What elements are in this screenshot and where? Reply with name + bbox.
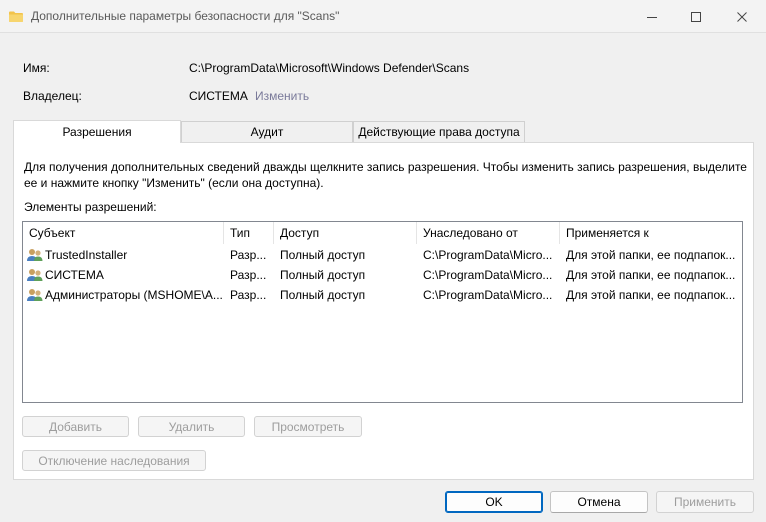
table-row[interactable]: СИСТЕМА Разр... Полный доступ C:\Program… xyxy=(23,265,742,285)
cell-type: Разр... xyxy=(230,248,267,262)
cell-type: Разр... xyxy=(230,288,267,302)
tab-label: Разрешения xyxy=(62,125,132,139)
permissions-panel: Для получения дополнительных сведений дв… xyxy=(13,142,754,480)
window-title: Дополнительные параметры безопасности дл… xyxy=(31,9,340,23)
table-row[interactable]: TrustedInstaller Разр... Полный доступ C… xyxy=(23,245,742,265)
owner-value: СИСТЕМА xyxy=(189,89,248,103)
minimize-icon xyxy=(647,16,657,18)
disable-inheritance-button[interactable]: Отключение наследования xyxy=(22,450,206,471)
list-header: Субъект Тип Доступ Унаследовано от Приме… xyxy=(23,222,742,244)
cancel-button[interactable]: Отмена xyxy=(550,491,648,513)
cell-applies-to: Для этой папки, ее подпапок... xyxy=(566,248,736,262)
name-label: Имя: xyxy=(23,61,50,75)
tab-permissions[interactable]: Разрешения xyxy=(13,120,181,143)
cell-access: Полный доступ xyxy=(280,288,366,302)
cell-inherited-from: C:\ProgramData\Micro... xyxy=(423,288,553,302)
cell-access: Полный доступ xyxy=(280,248,366,262)
cell-subject: СИСТЕМА xyxy=(45,268,104,282)
permissions-description: Для получения дополнительных сведений дв… xyxy=(24,160,747,190)
permission-entries-list[interactable]: Субъект Тип Доступ Унаследовано от Приме… xyxy=(22,221,743,403)
tab-effective-access[interactable]: Действующие права доступа xyxy=(353,121,525,142)
change-owner-link[interactable]: Изменить xyxy=(255,89,309,103)
view-button[interactable]: Просмотреть xyxy=(254,416,362,437)
column-header-access[interactable]: Доступ xyxy=(274,222,417,244)
apply-button[interactable]: Применить xyxy=(656,491,754,513)
column-header-subject[interactable]: Субъект xyxy=(23,222,224,244)
column-header-inherited-from[interactable]: Унаследовано от xyxy=(417,222,560,244)
cell-type: Разр... xyxy=(230,268,267,282)
cell-inherited-from: C:\ProgramData\Micro... xyxy=(423,268,553,282)
cell-applies-to: Для этой папки, ее подпапок... xyxy=(566,288,736,302)
permission-entries-label: Элементы разрешений: xyxy=(24,200,157,214)
cell-access: Полный доступ xyxy=(280,268,366,282)
cell-subject: Администраторы (MSHOME\А... xyxy=(45,288,223,302)
cell-subject: TrustedInstaller xyxy=(45,248,128,262)
cell-inherited-from: C:\ProgramData\Micro... xyxy=(423,248,553,262)
owner-label: Владелец: xyxy=(23,89,82,103)
column-header-applies-to[interactable]: Применяется к xyxy=(560,222,742,244)
add-button[interactable]: Добавить xyxy=(22,416,129,437)
tab-audit[interactable]: Аудит xyxy=(181,121,353,142)
minimize-button[interactable] xyxy=(630,0,674,33)
title-bar: Дополнительные параметры безопасности дл… xyxy=(0,0,766,33)
close-button[interactable] xyxy=(720,0,764,33)
maximize-button[interactable] xyxy=(674,0,718,33)
tab-label: Аудит xyxy=(250,125,284,139)
column-header-type[interactable]: Тип xyxy=(224,222,274,244)
remove-button[interactable]: Удалить xyxy=(138,416,245,437)
table-row[interactable]: Администраторы (MSHOME\А... Разр... Полн… xyxy=(23,285,742,305)
ok-button[interactable]: OK xyxy=(445,491,543,513)
name-value: C:\ProgramData\Microsoft\Windows Defende… xyxy=(189,61,470,75)
tab-label: Действующие права доступа xyxy=(358,125,520,139)
maximize-icon xyxy=(691,11,701,22)
folder-icon xyxy=(9,11,23,22)
cell-applies-to: Для этой папки, ее подпапок... xyxy=(566,268,736,282)
close-icon xyxy=(737,11,747,22)
